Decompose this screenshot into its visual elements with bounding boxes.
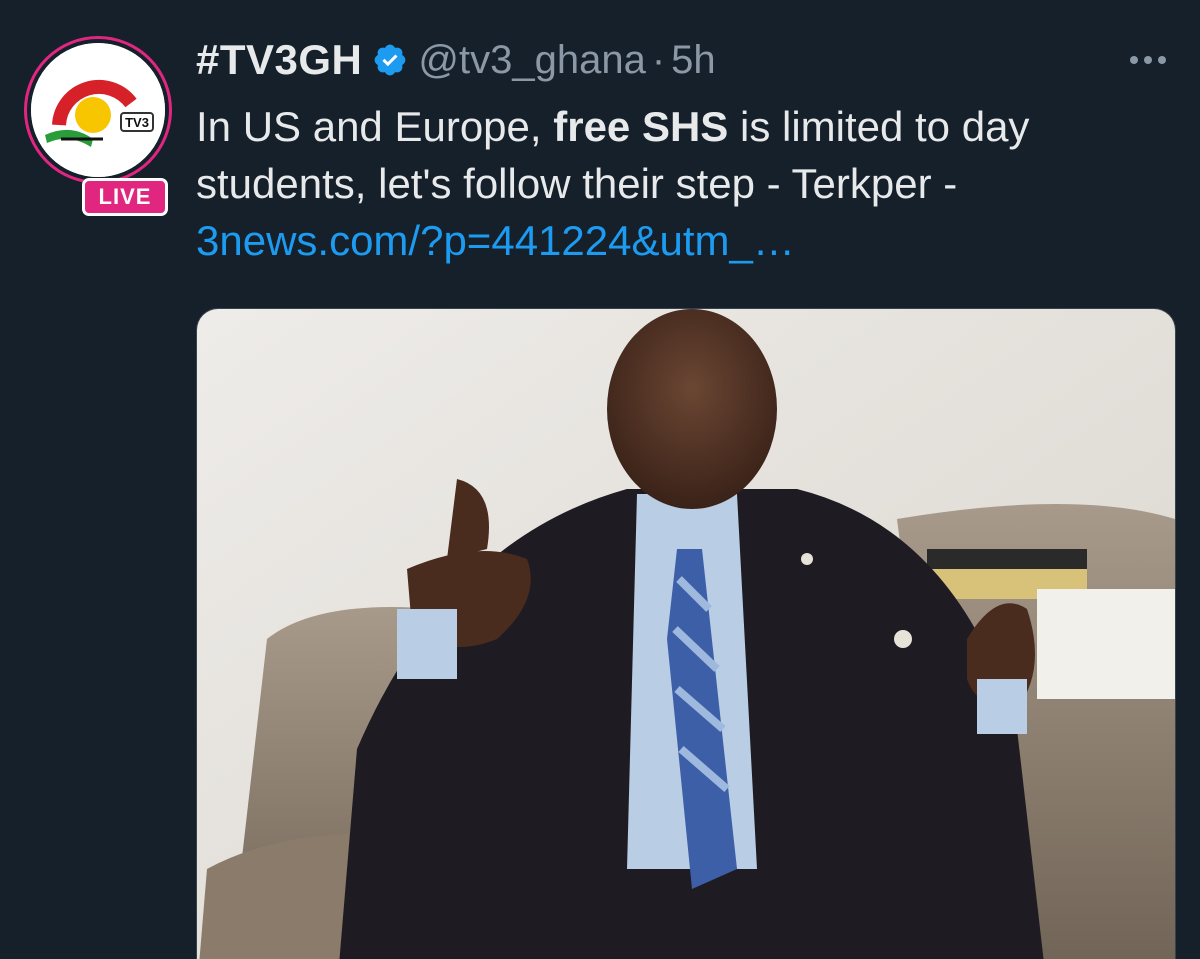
display-name[interactable]: #TV3GH [196,36,362,84]
tweet-media-image[interactable] [196,308,1176,959]
tweet-text-bold: free SHS [553,103,729,150]
verified-badge-icon [372,42,408,78]
timestamp[interactable]: 5h [671,38,716,83]
tv3-logo-icon: TV3 [31,43,165,177]
tweet-text-part1: In US and Europe, [196,103,554,150]
more-options-button[interactable] [1126,48,1170,72]
article-link[interactable]: 3news.com/?p=441224&utm_… [196,217,795,264]
tweet-card[interactable]: TV3 LIVE #TV3GH @tv3_ghana · 5h In US an… [0,0,1200,959]
live-badge: LIVE [82,178,168,216]
avatar[interactable]: TV3 LIVE [24,36,172,216]
photo-man-in-chair [197,309,1175,959]
more-horizontal-icon [1130,56,1166,64]
user-handle[interactable]: @tv3_ghana [418,38,645,83]
separator-dot: · [651,37,666,82]
tv3-logo-text: TV3 [125,115,149,130]
tweet-text: In US and Europe, free SHS is limited to… [196,98,1186,269]
tv3-logo: TV3 [31,43,165,177]
tweet-header: #TV3GH @tv3_ghana · 5h [196,32,716,88]
